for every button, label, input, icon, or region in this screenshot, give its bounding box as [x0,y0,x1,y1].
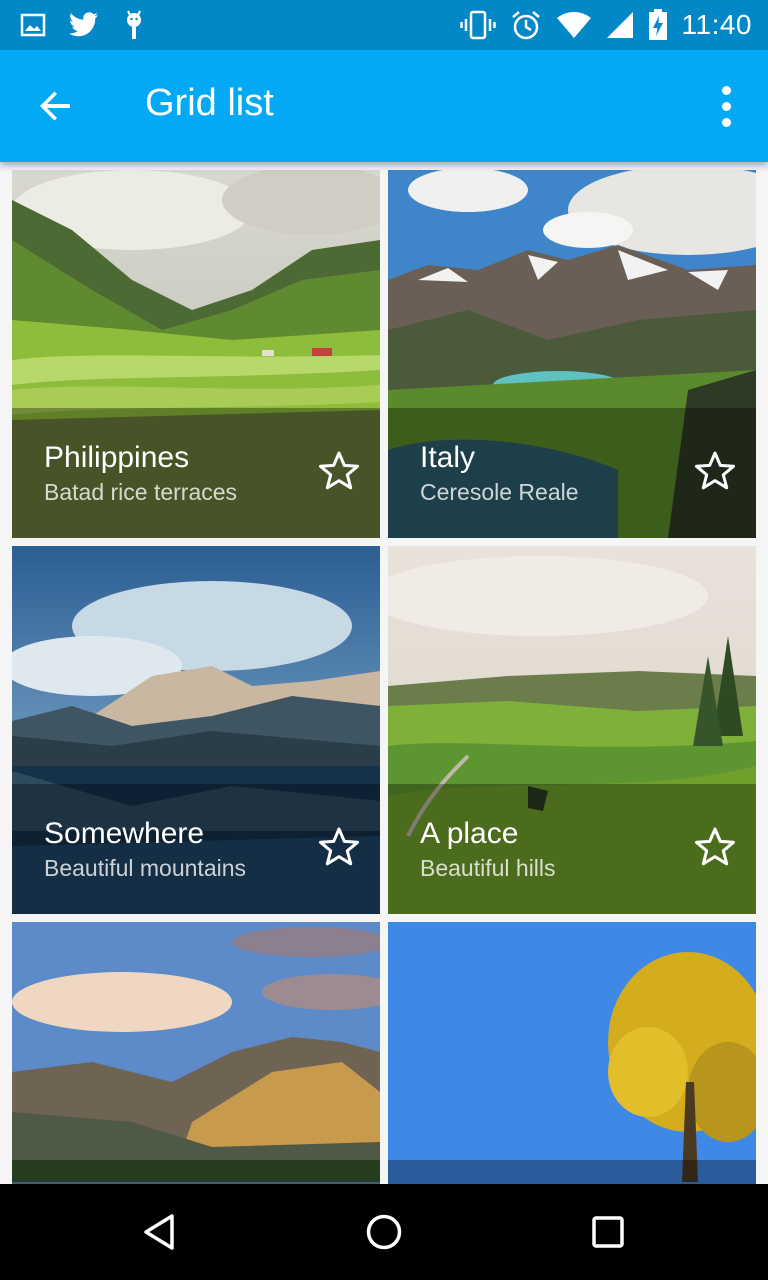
overflow-menu-button[interactable] [704,74,748,138]
notification-icons [20,9,146,41]
tile-image [12,922,380,1184]
tile-image [388,922,756,1184]
clock: 11:40 [681,9,752,40]
app-bar: Grid list [0,50,768,162]
tile-caption: Somewhere Beautiful mountains [12,784,380,914]
recents-square-icon [592,1216,624,1248]
tile-caption: Italy Ceresole Reale [388,408,756,538]
tile-title: Somewhere [44,817,205,850]
android-debug-icon [127,10,141,39]
grid-tile-italy[interactable]: Italy Ceresole Reale [388,170,756,538]
back-button[interactable] [24,74,88,138]
tile-caption [388,1160,756,1184]
grid-tile-somewhere[interactable]: Somewhere Beautiful mountains [12,546,380,914]
nav-home-button[interactable] [360,1208,408,1256]
grid-tile-philippines[interactable]: Philippines Batad rice terraces [12,170,380,538]
star-outline-icon[interactable] [318,826,360,868]
more-vert-icon [721,85,731,95]
tile-title: Italy [420,441,476,474]
grid-tile-a-place[interactable]: A place Beautiful hills [388,546,756,914]
signal-icon [606,12,633,38]
back-triangle-icon [144,1214,174,1250]
home-circle-icon [366,1214,402,1250]
tile-title: Philippines [44,441,190,474]
tile-subtitle: Batad rice terraces [44,479,238,505]
status-bar: 11:40 [0,0,768,50]
wifi-icon [556,12,591,38]
battery-icon [648,9,667,40]
nav-recents-button[interactable] [584,1208,632,1256]
star-outline-icon[interactable] [318,450,360,492]
tile-caption [12,1160,380,1184]
star-outline-icon[interactable] [694,450,736,492]
tile-caption: A place Beautiful hills [388,784,756,914]
image-icon [20,13,46,37]
vibrate-icon [459,10,496,40]
tile-caption: Philippines Batad rice terraces [12,408,380,538]
grid-list: Philippines Batad rice terraces Italy Ce… [12,170,756,1184]
star-outline-icon[interactable] [694,826,736,868]
system-icons: 11:40 [459,6,753,44]
tile-subtitle: Beautiful mountains [44,855,247,881]
grid-tile-5[interactable] [12,922,380,1184]
tile-subtitle: Beautiful hills [420,855,556,881]
tile-title: A place [420,817,519,850]
tile-subtitle: Ceresole Reale [420,479,579,505]
alarm-icon [511,11,540,40]
nav-back-button[interactable] [136,1208,184,1256]
arrow-back-icon [40,91,70,121]
grid-tile-6[interactable] [388,922,756,1184]
page-title: Grid list [145,82,274,124]
navigation-bar [0,1184,768,1280]
twitter-icon [69,12,98,37]
